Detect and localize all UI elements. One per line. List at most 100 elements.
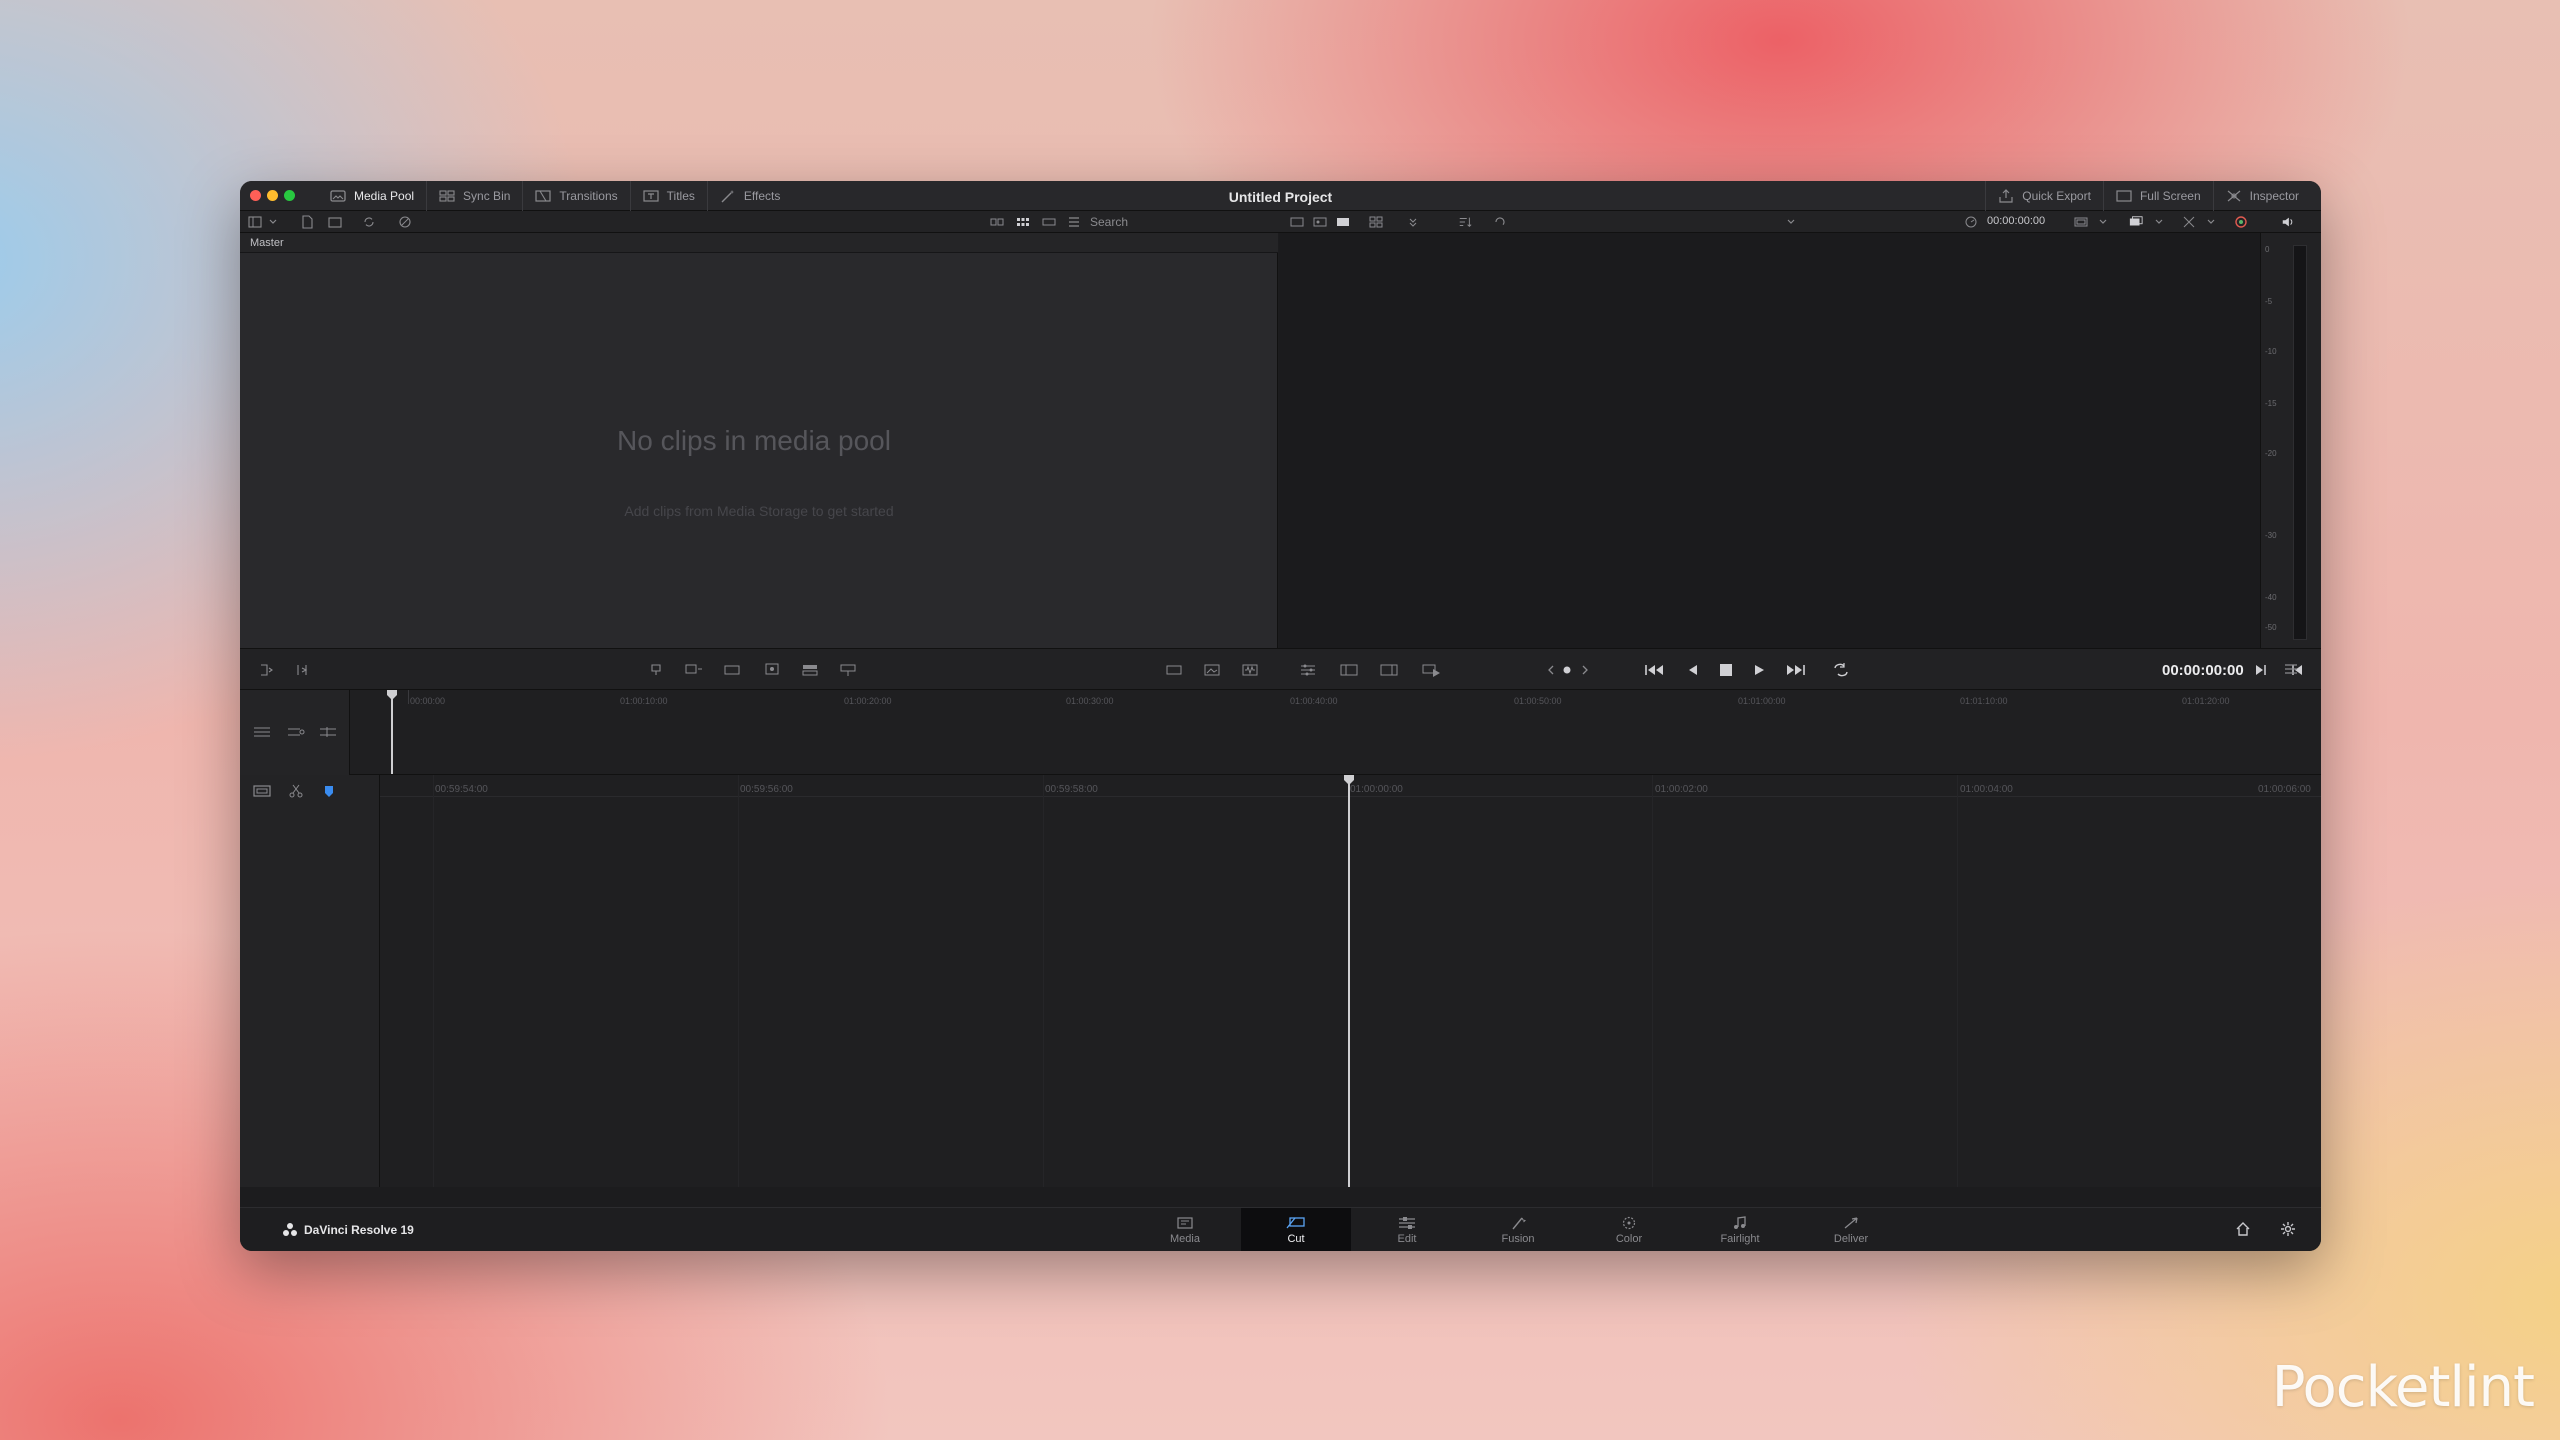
meter-tick: -20: [2265, 449, 2277, 458]
lower-timeline[interactable]: 00:59:54:00 00:59:56:00 00:59:58:00 01:0…: [240, 775, 2321, 1187]
quick-export-label: Quick Export: [2022, 189, 2091, 203]
ruler-tick: [408, 690, 409, 704]
append-icon[interactable]: [684, 662, 704, 678]
dynamic-trim-icon[interactable]: [1378, 662, 1400, 678]
prev-edit-icon[interactable]: [1546, 662, 1556, 678]
transform-chevron-icon[interactable]: [2204, 215, 2218, 229]
safe-area-icon[interactable]: [2074, 215, 2088, 229]
smart-insert-icon[interactable]: [648, 662, 664, 678]
import-media-icon[interactable]: [328, 215, 342, 229]
grid-view-icon[interactable]: [1016, 215, 1030, 229]
close-up-icon[interactable]: [762, 662, 782, 678]
ruler-label: 01:00:04:00: [1960, 784, 2013, 795]
new-bin-icon[interactable]: [300, 215, 314, 229]
home-icon[interactable]: [2235, 1221, 2251, 1237]
inspector-button[interactable]: Inspector: [2212, 181, 2311, 211]
media-toolbar: 00:00:00:00: [240, 211, 2321, 233]
speaker-icon[interactable]: [2281, 215, 2295, 229]
page-tab-fusion[interactable]: Fusion: [1463, 1208, 1573, 1251]
export-icon: [1998, 189, 2014, 203]
lower-playhead[interactable]: [1348, 781, 1350, 1187]
link-icon[interactable]: [398, 215, 412, 229]
jog-dot-icon[interactable]: [1562, 662, 1572, 678]
page-tab-deliver[interactable]: Deliver: [1796, 1208, 1906, 1251]
list-view-icon[interactable]: [1067, 215, 1081, 229]
view-mode-icon[interactable]: [2129, 215, 2143, 229]
video-track-icon[interactable]: [252, 783, 272, 799]
upper-playhead-handle-icon[interactable]: [386, 690, 398, 700]
ruler-label: 01:00:50:00: [1514, 696, 1562, 706]
lower-playhead-handle-icon[interactable]: [1343, 775, 1355, 785]
page-tab-edit[interactable]: Edit: [1352, 1208, 1462, 1251]
trim-icon[interactable]: [1338, 662, 1360, 678]
page-tab-media[interactable]: Media: [1130, 1208, 1240, 1251]
search-input[interactable]: [1090, 215, 1220, 229]
upper-timeline[interactable]: 00:00:00 01:00:10:00 01:00:20:00 01:00:3…: [240, 690, 2321, 775]
mark-in-icon[interactable]: [2254, 662, 2268, 678]
color-picker-icon[interactable]: [2234, 215, 2248, 229]
chevron-down-icon[interactable]: [266, 215, 280, 229]
view-mode-chevron-icon[interactable]: [2152, 215, 2166, 229]
full-screen-label: Full Screen: [2139, 189, 2201, 203]
play-reverse-icon[interactable]: [1686, 662, 1700, 678]
bin-name[interactable]: Master: [250, 237, 284, 249]
quick-export-button[interactable]: Quick Export: [1985, 181, 2103, 211]
scissors-icon[interactable]: [288, 783, 304, 799]
source-tape-icon[interactable]: [1313, 215, 1327, 229]
timeline-viewer[interactable]: [1279, 233, 2260, 648]
ripple-overwrite-icon[interactable]: [722, 662, 742, 678]
picture-icon[interactable]: [1202, 662, 1222, 678]
play-icon[interactable]: [1752, 662, 1766, 678]
viewer-menu-icon[interactable]: [2283, 661, 2299, 677]
refresh-icon[interactable]: [1493, 215, 1507, 229]
page-tab-fairlight[interactable]: Fairlight: [1685, 1208, 1795, 1251]
search-field[interactable]: [1090, 214, 1250, 230]
page-tab-color[interactable]: Color: [1574, 1208, 1684, 1251]
safe-area-chevron-icon[interactable]: [2096, 215, 2110, 229]
transport-timecode: 00:00:00:00: [2162, 662, 2244, 679]
track-zoom-icon[interactable]: [318, 724, 338, 740]
speed-icon[interactable]: [1964, 215, 1978, 229]
page-tab-cut[interactable]: Cut: [1241, 1208, 1351, 1251]
resolve-window: Media Pool Sync Bin Transitions Titles E…: [240, 181, 2321, 1251]
track-height-icon[interactable]: [252, 724, 272, 740]
cut-page-icon: [1285, 1216, 1307, 1230]
strip-view-icon[interactable]: [1042, 215, 1056, 229]
app-brand-label: DaVinci Resolve 19: [304, 1223, 414, 1237]
timeline-viewer-icon[interactable]: [1336, 215, 1350, 229]
transform-icon[interactable]: [2182, 215, 2196, 229]
sidebar-toggle-icon[interactable]: [248, 215, 262, 229]
edit-transport-bar: 00:00:00:00: [240, 648, 2321, 690]
ruler-label: 01:01:10:00: [1960, 696, 2008, 706]
source-clip-icon[interactable]: [1290, 215, 1304, 229]
loop-icon[interactable]: [1830, 662, 1852, 678]
audio-meter: 0 -5 -10 -15 -20 -30 -40 -50: [2260, 233, 2321, 648]
track-lock-icon[interactable]: [322, 783, 336, 799]
ruler-label: 01:00:06:00: [2258, 784, 2311, 795]
sync-icon[interactable]: [362, 215, 376, 229]
ripple-icon[interactable]: [294, 662, 310, 678]
caption-icon[interactable]: [1164, 662, 1184, 678]
multicam-icon[interactable]: [1369, 215, 1383, 229]
track-audio-icon[interactable]: [286, 724, 306, 740]
gear-icon[interactable]: [2280, 1221, 2296, 1237]
source-overwrite-icon[interactable]: [838, 662, 858, 678]
full-screen-button[interactable]: Full Screen: [2102, 181, 2213, 211]
upper-playhead[interactable]: [391, 694, 393, 774]
sort-icon[interactable]: [1458, 215, 1472, 229]
viewer-dropdown-icon[interactable]: [1784, 215, 1798, 229]
audio-waveform-icon[interactable]: [1240, 662, 1260, 678]
media-pool[interactable]: No clips in media pool: [240, 253, 1278, 648]
pocketlint-watermark: Pocketlint: [2271, 1355, 2535, 1420]
place-on-top-icon[interactable]: [800, 662, 820, 678]
thumbnail-view-icon[interactable]: [990, 215, 1004, 229]
go-to-start-icon[interactable]: [1644, 662, 1666, 678]
go-to-end-icon[interactable]: [1784, 662, 1808, 678]
collapse-icon[interactable]: [1406, 215, 1420, 229]
split-clip-icon[interactable]: [258, 662, 274, 678]
next-edit-icon[interactable]: [1580, 662, 1590, 678]
preview-play-icon[interactable]: [1420, 662, 1442, 678]
adjust-icon[interactable]: [1298, 662, 1318, 678]
grid-line: [1957, 775, 1958, 1187]
stop-icon[interactable]: [1718, 662, 1734, 678]
